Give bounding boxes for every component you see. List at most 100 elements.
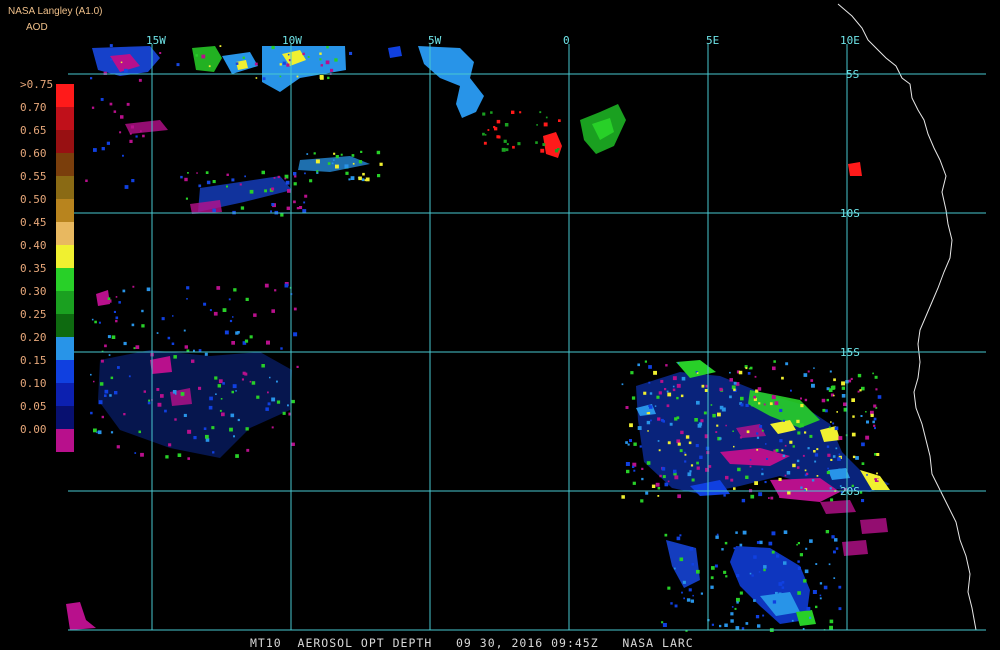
aod-speckle <box>172 390 177 394</box>
aod-speckle <box>690 464 694 467</box>
aod-speckle <box>679 534 682 537</box>
aod-speckle <box>212 180 216 184</box>
aod-speckle <box>280 213 284 217</box>
aod-speckle <box>284 283 289 288</box>
aod-speckle <box>832 422 835 425</box>
aod-speckle <box>803 579 807 583</box>
aod-speckle <box>873 417 877 421</box>
aod-speckle <box>212 208 216 213</box>
aod-speckle <box>335 164 339 169</box>
aod-speckle <box>745 622 749 625</box>
aod-speckle <box>293 332 298 337</box>
legend-swatch <box>56 199 74 222</box>
aod-speckle <box>763 403 766 406</box>
aod-speckle <box>135 345 140 349</box>
aod-speckle <box>848 379 852 383</box>
aod-speckle <box>851 398 855 402</box>
aod-speckle <box>286 63 290 67</box>
aod-speckle <box>779 439 783 443</box>
aod-speckle <box>118 301 121 304</box>
aod-speckle <box>326 46 329 49</box>
aod-speckle <box>811 479 815 482</box>
aod-speckle <box>114 391 118 395</box>
aod-speckle <box>782 454 786 458</box>
aod-speckle <box>254 62 258 66</box>
lon-label: 10E <box>840 34 860 47</box>
aod-speckle <box>773 360 776 363</box>
aod-map: 15W 10W 5W 0 5E 10E 5S 10S 15S 20S <box>0 0 1000 650</box>
aod-speckle <box>733 487 736 490</box>
aod-speckle <box>276 380 278 383</box>
aod-speckle <box>861 462 865 465</box>
aod-speckle <box>749 572 752 575</box>
aod-speckle <box>101 147 105 151</box>
aod-speckle <box>171 342 175 345</box>
aod-speckle <box>765 443 767 445</box>
aod-speckle <box>496 119 501 124</box>
aod-speckle <box>872 372 874 375</box>
aod-speckle <box>482 112 486 116</box>
aod-speckle <box>222 308 227 312</box>
legend-swatch <box>56 176 74 199</box>
aod-speckle <box>679 449 683 453</box>
aod-speckle <box>271 45 275 50</box>
aod-speckle <box>768 541 773 546</box>
aod-speckle <box>277 175 280 179</box>
aod-speckle <box>815 563 818 565</box>
aod-speckle <box>183 329 186 332</box>
aod-patch <box>842 540 868 556</box>
aod-speckle <box>804 469 807 472</box>
aod-speckle <box>255 77 258 79</box>
aod-patch <box>860 518 888 534</box>
aod-speckle <box>193 436 197 440</box>
aod-speckle <box>746 430 750 434</box>
aod-speckle <box>666 390 669 393</box>
aod-speckle <box>554 149 559 153</box>
legend-swatch <box>56 360 74 383</box>
aod-speckle <box>656 395 660 399</box>
aod-speckle <box>719 387 723 392</box>
aod-speckle <box>689 547 694 551</box>
aod-speckle <box>673 469 677 474</box>
aod-speckle <box>187 429 192 434</box>
aod-speckle <box>176 63 180 67</box>
aod-patch <box>388 46 402 58</box>
aod-speckle <box>710 585 714 589</box>
aod-speckle <box>685 435 690 439</box>
aod-speckle <box>825 530 829 534</box>
aod-speckle <box>802 454 805 457</box>
aod-speckle <box>140 452 144 457</box>
aod-speckle <box>205 434 209 439</box>
aod-speckle <box>715 535 719 539</box>
aod-speckle <box>741 627 745 630</box>
aod-speckle <box>490 111 493 114</box>
aod-speckle <box>233 435 235 438</box>
aod-speckle <box>302 52 305 56</box>
aod-speckle <box>755 615 760 619</box>
aod-speckle <box>696 466 700 470</box>
aod-speckle <box>279 75 282 78</box>
aod-speckle <box>782 419 785 422</box>
aod-speckle <box>676 396 679 400</box>
aod-speckle <box>333 159 335 161</box>
aod-speckle <box>269 376 271 379</box>
aod-speckle <box>874 375 878 379</box>
aod-speckle <box>857 390 860 393</box>
aod-speckle <box>240 206 245 210</box>
aod-speckle <box>235 390 237 392</box>
aod-speckle <box>745 403 749 407</box>
aod-speckle <box>287 404 289 407</box>
aod-speckle <box>129 132 132 135</box>
aod-speckle <box>293 200 296 204</box>
aod-speckle <box>733 445 735 448</box>
aod-speckle <box>221 412 225 417</box>
aod-speckle <box>789 440 793 444</box>
aod-speckle <box>828 563 831 566</box>
aod-speckle <box>774 401 779 406</box>
aod-speckle <box>800 397 802 400</box>
aod-speckle <box>843 402 847 406</box>
aod-speckle <box>829 625 833 630</box>
aod-speckle <box>650 419 652 422</box>
aod-speckle <box>829 619 834 624</box>
aod-speckle <box>809 539 813 543</box>
